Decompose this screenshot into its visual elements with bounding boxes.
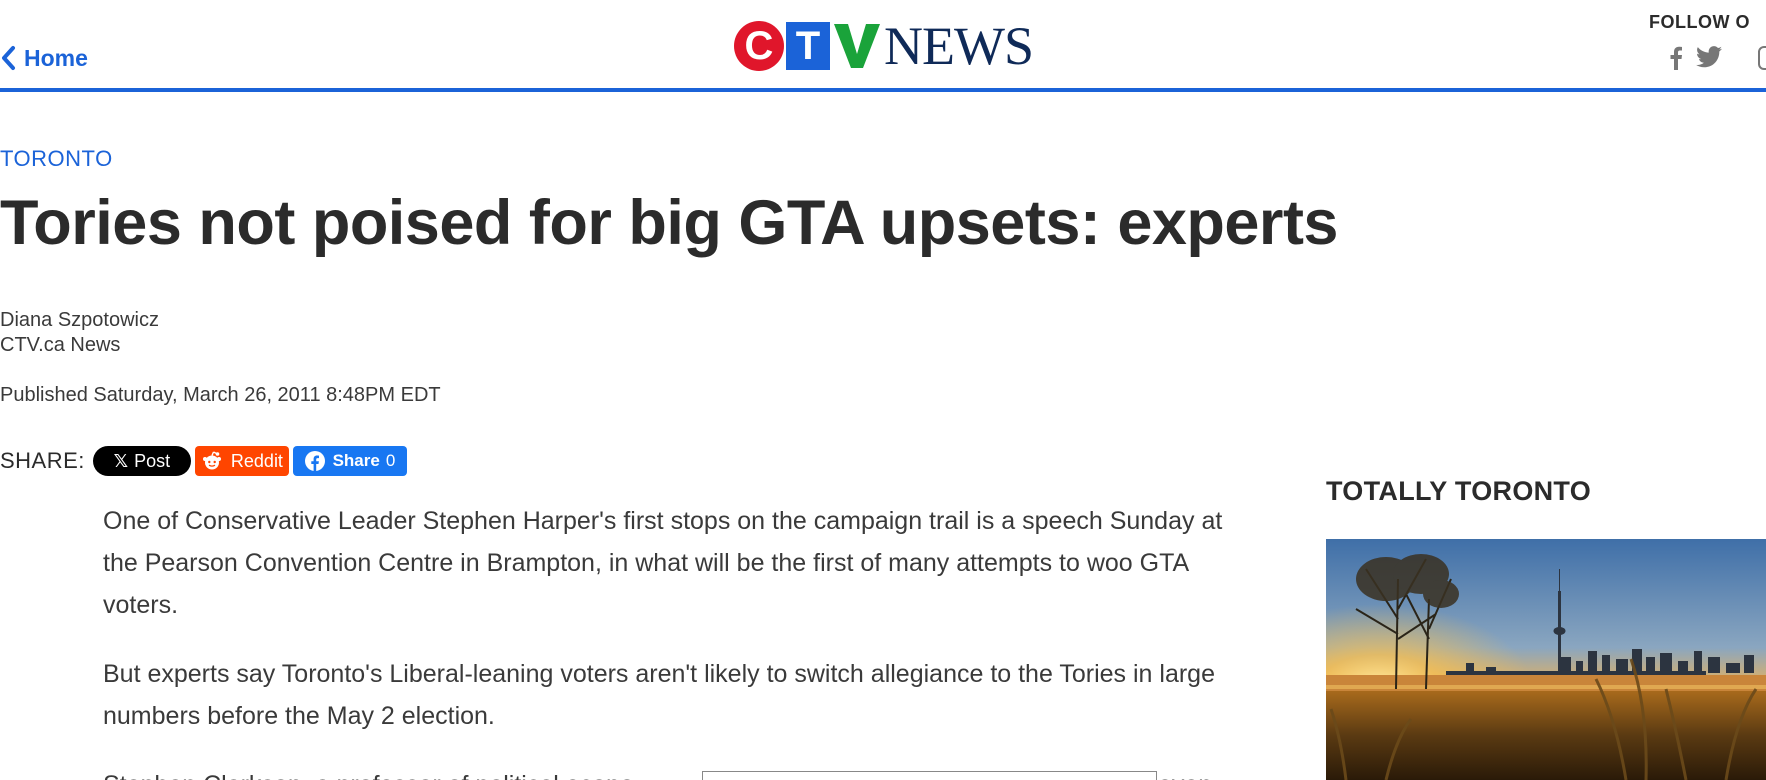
site-header: Home C T NEWS FOLLOW O [0, 0, 1766, 92]
home-label: Home [24, 44, 88, 71]
facebook-share-button[interactable]: Share 0 [292, 446, 407, 476]
facebook-icon [304, 451, 325, 471]
article-paragraph-continuation: even [1158, 764, 1212, 780]
follow-label: FOLLOW O [1649, 12, 1750, 32]
logo-t: T [786, 22, 830, 70]
x-icon: 𝕏 [113, 450, 129, 471]
logo-news-text: NEWS [884, 16, 1034, 76]
share-bar: SHARE: 𝕏 Post Reddit Share 0 [0, 446, 407, 476]
reddit-share-button[interactable]: Reddit [194, 446, 289, 476]
facebook-share-count: 0 [385, 451, 396, 470]
article-headline: Tories not poised for big GTA upsets: ex… [0, 188, 1338, 258]
reddit-icon [202, 451, 221, 470]
facebook-share-label: Share [332, 451, 380, 470]
author-outlet: CTV.ca News [0, 334, 121, 356]
x-post-label: Post [134, 450, 171, 471]
article-paragraph: But experts say Toronto's Liberal-leanin… [103, 660, 1215, 730]
reddit-label: Reddit [230, 450, 283, 471]
published-date: Published Saturday, March 26, 2011 8:48P… [0, 384, 441, 406]
twitter-icon[interactable] [1696, 46, 1722, 70]
logo-c: C [734, 21, 784, 71]
article-paragraph: Stephen Clarkson, a professor of politic… [103, 764, 703, 780]
author-name: Diana Szpotowicz [0, 309, 159, 331]
byline: Diana Szpotowicz CTV.ca News [0, 308, 159, 358]
skyline-photo [1326, 539, 1766, 780]
chevron-left-icon [2, 46, 15, 70]
article-paragraph: One of Conservative Leader Stephen Harpe… [103, 507, 1223, 619]
section-label[interactable]: TORONTO [0, 146, 113, 172]
facebook-icon[interactable] [1669, 46, 1683, 70]
inline-ad-slot[interactable] [702, 771, 1157, 780]
page: Home C T NEWS FOLLOW O TORONTO Tories no… [0, 0, 1766, 780]
ctv-news-logo[interactable]: C T NEWS [734, 16, 1034, 76]
share-label: SHARE: [0, 448, 85, 473]
logo-v-mark [834, 24, 880, 68]
sidebar-title: TOTALLY TORONTO [1326, 476, 1592, 506]
toronto-skyline-image[interactable] [1326, 539, 1766, 780]
x-post-button[interactable]: 𝕏 Post [92, 446, 191, 476]
instagram-icon[interactable] [1758, 46, 1766, 70]
home-link[interactable]: Home [0, 44, 88, 72]
